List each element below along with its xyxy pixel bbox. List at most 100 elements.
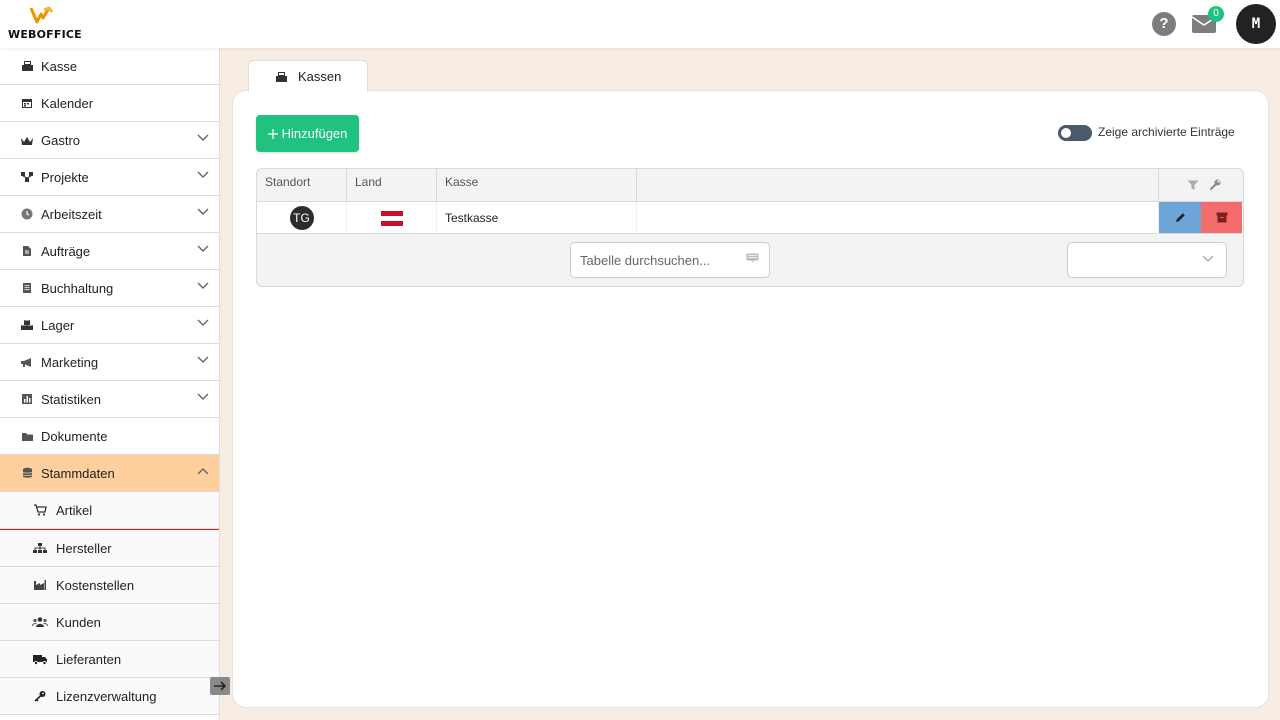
chevron-down-icon[interactable]	[197, 319, 209, 327]
database-icon	[20, 466, 34, 480]
sidebar-item-label: Kasse	[41, 58, 78, 74]
sidebar-item-label: Lieferanten	[56, 651, 122, 667]
truck-icon	[32, 652, 48, 666]
crown-icon	[20, 133, 34, 147]
add-button[interactable]: Hinzufügen	[256, 115, 359, 152]
sidebar-item-label: Kunden	[56, 614, 101, 630]
users-icon	[32, 615, 48, 629]
keyboard-icon	[746, 253, 759, 263]
sidebar-item-buchhaltung[interactable]: Buchhaltung	[0, 270, 219, 307]
logo-text: WEBOFFICE	[8, 28, 82, 41]
chevron-down-icon[interactable]	[197, 171, 209, 179]
sidebar-item-lager[interactable]: Lager	[0, 307, 219, 344]
help-icon[interactable]: ?	[1152, 12, 1176, 36]
sidebar-item-label: Hersteller	[56, 540, 112, 556]
sidebar-item-label: Arbeitszeit	[41, 206, 102, 222]
sidebar-item-label: Lager	[41, 317, 75, 333]
clock-icon	[20, 207, 34, 221]
sidebar-item-label: Marketing	[41, 354, 99, 370]
sidebar-item-label: Projekte	[41, 169, 89, 185]
sidebar-item-label: Aufträge	[41, 243, 91, 259]
cell-empty	[637, 202, 1159, 234]
sidebar-item-label: Kostenstellen	[56, 577, 135, 593]
sidebar-item-label: Kalender	[41, 95, 94, 111]
tab-kassen[interactable]: Kassen	[248, 60, 368, 92]
sidebar-item-gastro[interactable]: Gastro	[0, 122, 219, 159]
chevron-down-icon[interactable]	[197, 282, 209, 290]
cell-land	[347, 202, 437, 234]
page-size-select[interactable]	[1067, 242, 1227, 278]
add-button-label: Hinzufügen	[281, 126, 348, 141]
archive-toggle[interactable]	[1058, 125, 1092, 141]
cart-icon	[32, 503, 48, 517]
sidebar-item-kalender[interactable]: Kalender	[0, 85, 219, 122]
sidebar-item-auftraege[interactable]: Aufträge	[0, 233, 219, 270]
sidebar-item-label: Artikel	[56, 502, 93, 518]
column-header-kasse[interactable]: Kasse	[437, 169, 637, 201]
logo-mark-icon	[30, 6, 54, 24]
sidebar-item-kasse[interactable]: Kasse	[0, 48, 219, 85]
sidebar-item-label: Lizenzverwaltung	[56, 688, 157, 704]
sidebar-item-arbeitszeit[interactable]: Arbeitszeit	[0, 196, 219, 233]
chevron-down-icon[interactable]	[197, 134, 209, 142]
chevron-down-icon[interactable]	[197, 245, 209, 253]
sidebar-subitem-artikel[interactable]: Artikel	[0, 492, 219, 529]
chevron-down-icon[interactable]	[197, 393, 209, 401]
weboffice-logo[interactable]: WEBOFFICE	[8, 6, 88, 42]
austria-flag-icon	[380, 210, 403, 226]
plus-icon	[267, 128, 278, 139]
user-avatar[interactable]: M	[1236, 4, 1276, 44]
sidebar-item-label: Buchhaltung	[41, 280, 114, 296]
sidebar-item-label: Stammdaten	[41, 465, 115, 481]
search-placeholder: Tabelle durchsuchen...	[580, 252, 711, 268]
megaphone-icon	[20, 355, 34, 369]
chevron-up-icon[interactable]	[197, 467, 209, 475]
sidebar-collapse-button[interactable]	[210, 677, 230, 695]
boxes-icon	[20, 318, 34, 332]
filter-icon[interactable]	[1187, 180, 1199, 191]
sidebar-subitem-kunden[interactable]: Kunden	[0, 604, 219, 641]
chevron-down-icon[interactable]	[197, 356, 209, 364]
sidebar-subitem-hersteller[interactable]: Hersteller	[0, 530, 219, 567]
sidebar-item-statistiken[interactable]: Statistiken	[0, 381, 219, 418]
archive-box-icon	[1216, 212, 1227, 223]
sidebar-item-label: Dokumente	[41, 428, 108, 444]
archive-button[interactable]	[1201, 202, 1242, 233]
sidebar-item-label: Gastro	[41, 132, 81, 148]
wrench-icon[interactable]	[1209, 179, 1221, 191]
sidebar-item-projekte[interactable]: Projekte	[0, 159, 219, 196]
sidebar: Kasse Kalender Gastro Projekte Arbeitsze…	[0, 48, 220, 720]
cell-standort: TG	[257, 202, 347, 234]
column-header-standort[interactable]: Standort	[257, 169, 347, 201]
sidebar-item-stammdaten[interactable]: Stammdaten	[0, 455, 219, 492]
column-header-actions	[1159, 169, 1243, 201]
sidebar-item-marketing[interactable]: Marketing	[0, 344, 219, 381]
industry-icon	[32, 578, 48, 592]
cash-register-icon	[275, 71, 288, 83]
sidebar-item-dokumente[interactable]: Dokumente	[0, 418, 219, 455]
sidebar-subitem-lieferanten[interactable]: Lieferanten	[0, 641, 219, 678]
kassen-table: Standort Land Kasse TG Testkasse Tabelle…	[256, 168, 1244, 287]
folder-icon	[20, 429, 34, 443]
standort-badge: TG	[289, 206, 314, 230]
pencil-icon	[1175, 213, 1185, 222]
calendar-icon	[20, 96, 34, 110]
file-icon	[20, 244, 34, 258]
project-diagram-icon	[20, 170, 34, 184]
mail-count-badge: 0	[1208, 6, 1224, 22]
top-bar: WEBOFFICE ? 0 M	[0, 0, 1280, 48]
table-row[interactable]: TG Testkasse	[257, 201, 1243, 234]
sidebar-item-label: Statistiken	[41, 391, 101, 407]
chevron-down-icon	[1202, 255, 1214, 262]
sitemap-icon	[32, 541, 48, 555]
edit-button[interactable]	[1159, 202, 1201, 233]
column-header-land[interactable]: Land	[347, 169, 437, 201]
archive-toggle-label: Zeige archivierte Einträge	[1098, 125, 1235, 139]
ledger-icon	[20, 281, 34, 295]
cell-kasse: Testkasse	[437, 202, 637, 234]
tab-label: Kassen	[298, 69, 342, 84]
chevron-down-icon[interactable]	[197, 208, 209, 216]
sidebar-subitem-kostenstellen[interactable]: Kostenstellen	[0, 567, 219, 604]
table-search-input[interactable]: Tabelle durchsuchen...	[570, 242, 770, 278]
sidebar-subitem-lizenzverwaltung[interactable]: Lizenzverwaltung	[0, 678, 219, 715]
